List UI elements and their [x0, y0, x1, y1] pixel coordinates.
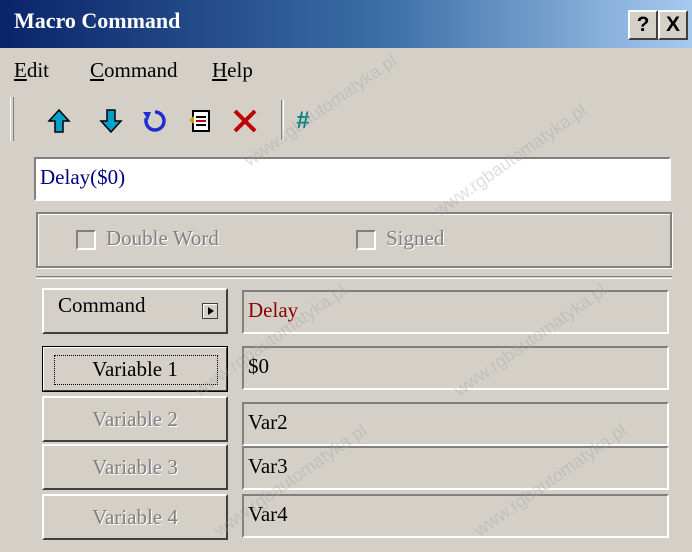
- expression-input[interactable]: Delay($0): [34, 157, 671, 201]
- menu-command[interactable]: Command: [90, 58, 178, 83]
- arrow-down-icon: [99, 109, 123, 134]
- variable-3-value[interactable]: Var3: [242, 446, 669, 490]
- double-word-label: Double Word: [106, 226, 219, 250]
- variable-2-value[interactable]: Var2: [242, 402, 669, 446]
- insert-doc-icon: [189, 110, 210, 132]
- variable-4-value[interactable]: Var4: [242, 494, 669, 538]
- move-down-button[interactable]: [96, 105, 126, 137]
- delete-button[interactable]: [230, 105, 260, 137]
- divider: [36, 276, 672, 279]
- hash-button[interactable]: #: [288, 105, 318, 137]
- undo-button[interactable]: [140, 105, 170, 137]
- move-up-button[interactable]: [44, 105, 74, 137]
- menu-edit[interactable]: Edit: [14, 58, 49, 83]
- menu-help-rest: elp: [227, 58, 253, 82]
- toolbar-grip[interactable]: [10, 97, 14, 141]
- delete-x-icon: [233, 109, 257, 133]
- menu-edit-rest: dit: [26, 58, 49, 82]
- menu-edit-accel: E: [14, 58, 27, 82]
- hash-icon: #: [296, 107, 310, 134]
- command-label: Command: [58, 293, 146, 317]
- focus-ring: [54, 355, 218, 385]
- signed-checkbox[interactable]: [356, 230, 376, 250]
- insert-button[interactable]: [186, 105, 216, 137]
- watermark-1: www.rgbautomatyka.pl: [240, 49, 401, 171]
- double-word-checkbox[interactable]: [76, 230, 96, 250]
- menu-command-accel: C: [90, 58, 105, 82]
- variable-2-button[interactable]: Variable 2: [42, 396, 228, 442]
- toolbar-separator: [281, 100, 284, 140]
- menu-command-rest: ommand: [104, 58, 178, 82]
- variable-4-button[interactable]: Variable 4: [42, 494, 228, 540]
- window-title: Macro Command: [14, 8, 181, 33]
- menu-help[interactable]: Help: [212, 58, 253, 83]
- signed-label: Signed: [386, 226, 445, 250]
- help-button[interactable]: ?: [628, 10, 658, 40]
- menu-help-accel: H: [212, 58, 228, 82]
- close-button[interactable]: X: [658, 10, 688, 40]
- submenu-arrow-icon[interactable]: [202, 303, 218, 319]
- command-value[interactable]: Delay: [242, 290, 669, 334]
- variable-1-value[interactable]: $0: [242, 346, 669, 390]
- undo-icon: [143, 110, 166, 132]
- variable-3-button[interactable]: Variable 3: [42, 444, 228, 490]
- arrow-up-icon: [47, 108, 71, 133]
